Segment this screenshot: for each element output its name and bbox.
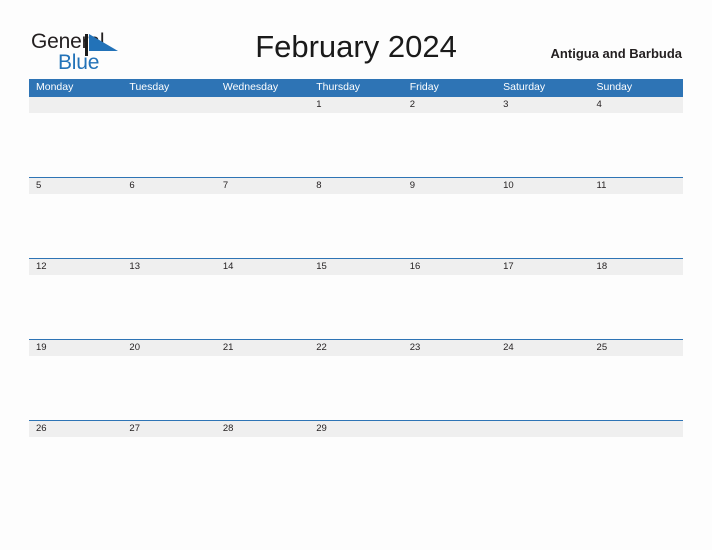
weekday-header-sunday: Sunday [596, 81, 633, 93]
day-cell-number[interactable]: 19 [29, 340, 122, 356]
day-cell-number[interactable]: 2 [403, 97, 496, 113]
day-cell-number[interactable]: 12 [29, 259, 122, 275]
week-event-area[interactable] [29, 437, 683, 501]
week-event-area[interactable] [29, 113, 683, 177]
day-cell-number[interactable]: 3 [496, 97, 589, 113]
day-cell-number[interactable] [216, 97, 309, 113]
day-cell-number[interactable]: 20 [122, 340, 215, 356]
weekday-header-monday: Monday [36, 81, 74, 93]
day-cell-number[interactable]: 28 [216, 421, 309, 437]
week-event-area[interactable] [29, 275, 683, 339]
day-cell-number[interactable]: 14 [216, 259, 309, 275]
day-cell-number[interactable]: 17 [496, 259, 589, 275]
calendar-grid: Monday Tuesday Wednesday Thursday Friday… [29, 79, 683, 508]
day-cell-number[interactable] [590, 421, 683, 437]
day-cell-number[interactable]: 10 [496, 178, 589, 194]
day-cell-number[interactable]: 8 [309, 178, 402, 194]
weekday-header-row: Monday Tuesday Wednesday Thursday Friday… [29, 79, 683, 96]
week-row: 5 6 7 8 9 10 11 [29, 177, 683, 258]
week-row: 1 2 3 4 [29, 96, 683, 177]
day-cell-number[interactable]: 25 [590, 340, 683, 356]
day-cell-number[interactable]: 26 [29, 421, 122, 437]
day-cell-number[interactable]: 7 [216, 178, 309, 194]
day-cell-number[interactable]: 1 [309, 97, 402, 113]
week-row: 26 27 28 29 [29, 420, 683, 508]
date-number-strip: 26 27 28 29 [29, 421, 683, 437]
weekday-header-tuesday: Tuesday [129, 81, 170, 93]
day-cell-number[interactable]: 21 [216, 340, 309, 356]
day-cell-number[interactable]: 23 [403, 340, 496, 356]
date-number-strip: 12 13 14 15 16 17 18 [29, 259, 683, 275]
week-row: 12 13 14 15 16 17 18 [29, 258, 683, 339]
day-cell-number[interactable] [496, 421, 589, 437]
weekday-header-wednesday: Wednesday [222, 81, 279, 93]
page-header: General Blue February 2024 Antigua and B… [0, 0, 712, 78]
day-cell-number[interactable]: 16 [403, 259, 496, 275]
weekday-header-thursday: Thursday [316, 81, 361, 93]
day-cell-number[interactable] [403, 421, 496, 437]
day-cell-number[interactable]: 24 [496, 340, 589, 356]
day-cell-number[interactable]: 4 [590, 97, 683, 113]
weekday-header-saturday: Saturday [503, 81, 546, 93]
week-event-area[interactable] [29, 194, 683, 258]
day-cell-number[interactable]: 5 [29, 178, 122, 194]
weekday-header-friday: Friday [409, 81, 439, 93]
date-number-strip: 5 6 7 8 9 10 11 [29, 178, 683, 194]
day-cell-number[interactable]: 11 [590, 178, 683, 194]
week-event-area[interactable] [29, 356, 683, 420]
day-cell-number[interactable]: 22 [309, 340, 402, 356]
date-number-strip: 19 20 21 22 23 24 25 [29, 340, 683, 356]
day-cell-number[interactable]: 29 [309, 421, 402, 437]
day-cell-number[interactable] [29, 97, 122, 113]
day-cell-number[interactable]: 9 [403, 178, 496, 194]
day-cell-number[interactable]: 18 [590, 259, 683, 275]
day-cell-number[interactable]: 6 [122, 178, 215, 194]
day-cell-number[interactable]: 13 [122, 259, 215, 275]
week-row: 19 20 21 22 23 24 25 [29, 339, 683, 420]
country-label: Antigua and Barbuda [550, 46, 682, 61]
day-cell-number[interactable]: 27 [122, 421, 215, 437]
day-cell-number[interactable] [122, 97, 215, 113]
day-cell-number[interactable]: 15 [309, 259, 402, 275]
date-number-strip: 1 2 3 4 [29, 97, 683, 113]
